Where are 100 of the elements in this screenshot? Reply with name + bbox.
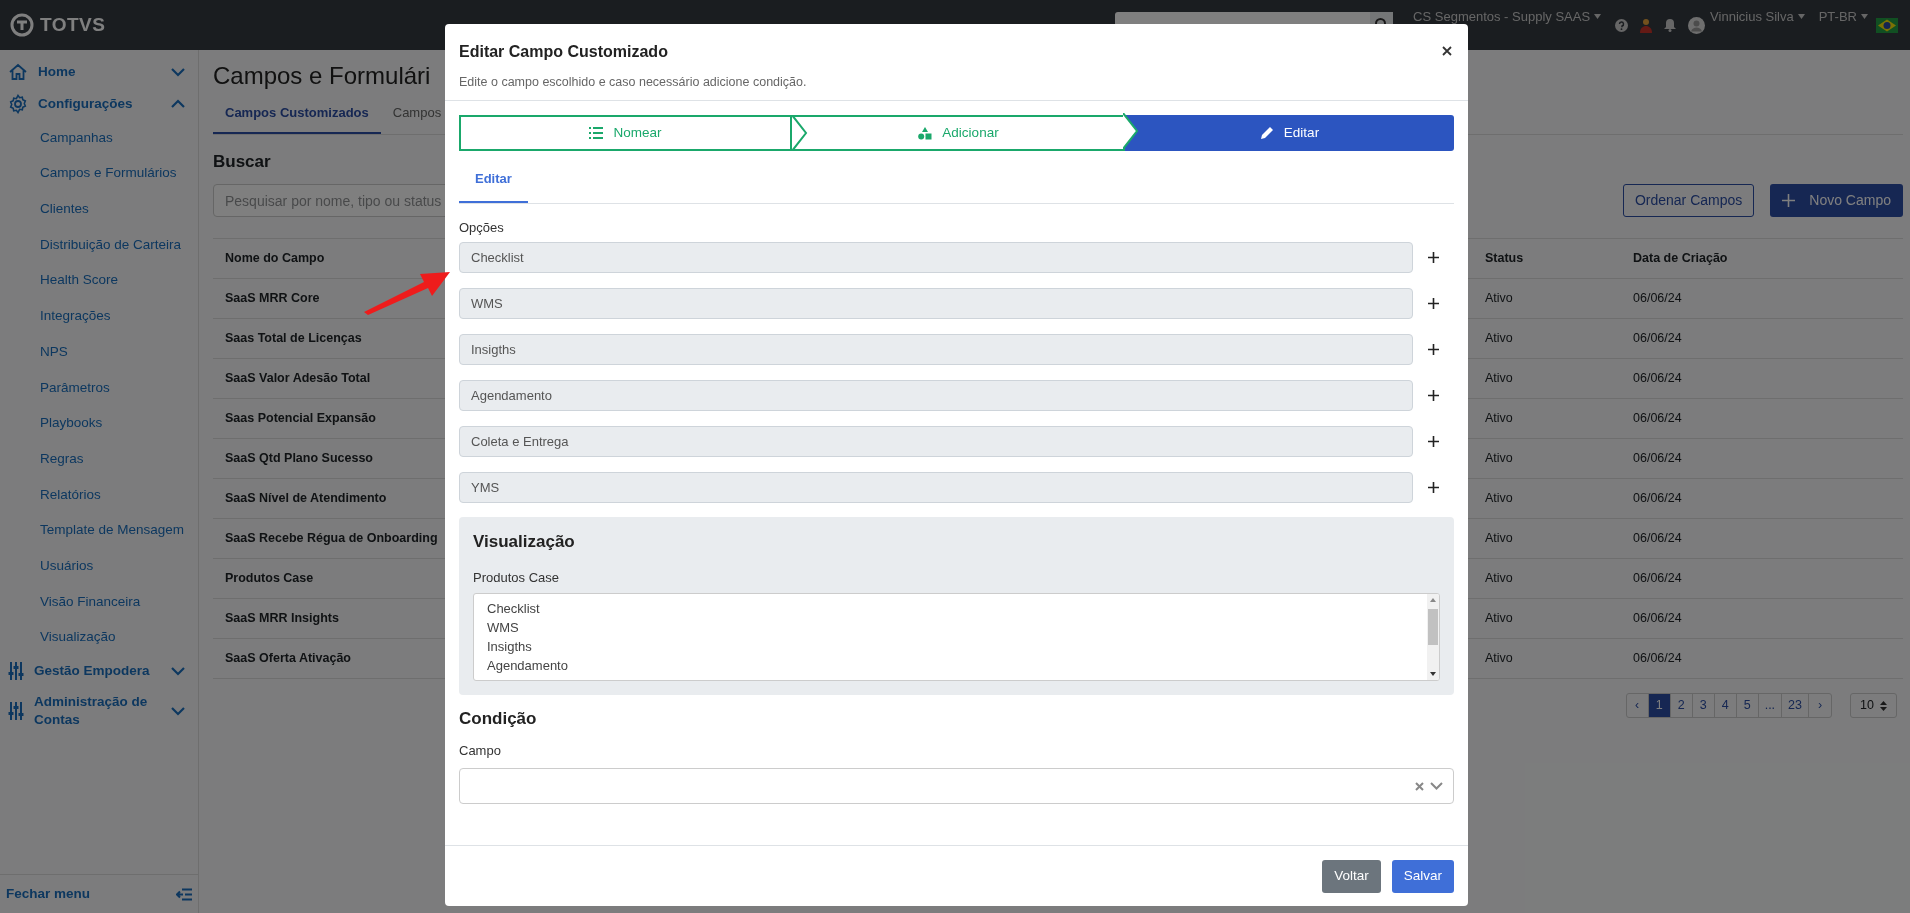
wizard-step[interactable]: Editar xyxy=(1125,115,1454,151)
table-cell-text: Ativo xyxy=(1485,450,1513,468)
nav-subitem[interactable]: Visualização xyxy=(0,619,198,656)
plus-icon[interactable] xyxy=(1428,344,1439,355)
flag-icon[interactable] xyxy=(1876,17,1898,33)
option-field[interactable]: Insigths xyxy=(459,334,1413,365)
help-icon[interactable] xyxy=(1615,18,1629,32)
nav-item[interactable]: Administração de Contas xyxy=(0,687,198,736)
nav-subitem[interactable]: Campanhas xyxy=(0,120,198,156)
nav-subitem[interactable]: NPS xyxy=(0,334,198,370)
wizard-step[interactable]: Nomear xyxy=(459,115,792,151)
table-cell-text: Saas Total de Licenças xyxy=(225,330,362,348)
settings-icon xyxy=(8,94,28,114)
page-button[interactable]: 5 xyxy=(1736,694,1759,717)
table-cell-text: Ativo xyxy=(1485,370,1513,388)
option-field[interactable]: Coleta e Entrega xyxy=(459,426,1413,457)
table-cell-text: Ativo xyxy=(1485,650,1513,668)
nav-subitem[interactable]: Template de Mensagem xyxy=(0,512,198,549)
table-cell-text: 06/06/24 xyxy=(1633,410,1682,428)
nav-subitem[interactable]: Playbooks xyxy=(0,405,198,442)
page-size-select[interactable]: 10 xyxy=(1850,693,1897,718)
plus-icon[interactable] xyxy=(1428,390,1439,401)
plus-icon[interactable] xyxy=(1428,252,1439,263)
table-cell-text: SaaS Nível de Atendimento xyxy=(225,490,387,508)
condition-title: Condição xyxy=(459,708,538,730)
step-chevron-icon xyxy=(1123,113,1139,149)
table-cell-text: 06/06/24 xyxy=(1633,370,1682,388)
table-cell-text: 06/06/24 xyxy=(1633,490,1682,508)
save-button[interactable]: Salvar xyxy=(1391,859,1454,893)
table-cell-text: Ativo xyxy=(1485,410,1513,428)
step-chevron-icon xyxy=(792,115,808,151)
collapse-menu-icon[interactable] xyxy=(176,887,192,901)
user-menu[interactable]: Vinnicius Silva xyxy=(1710,7,1805,27)
preview-label: Produtos Case xyxy=(473,568,560,587)
table-cell-text: 06/06/24 xyxy=(1633,330,1682,348)
table-cell-text: 06/06/24 xyxy=(1633,290,1682,308)
table-cell-text: Ativo xyxy=(1485,610,1513,628)
nav-subitem[interactable]: Clientes xyxy=(0,191,198,228)
table-cell-text: Ativo xyxy=(1485,290,1513,308)
nav-subitem[interactable]: Relatórios xyxy=(0,476,198,513)
page-tab[interactable]: Campos Customizados xyxy=(213,101,381,134)
column-header: Status xyxy=(1485,250,1524,268)
table-cell-text: 06/06/24 xyxy=(1633,650,1682,668)
page-button[interactable]: 23 xyxy=(1782,694,1809,717)
close-icon[interactable] xyxy=(1442,46,1452,56)
sort-fields-button[interactable]: Ordenar Campos xyxy=(1622,184,1755,217)
search-label: Buscar xyxy=(213,150,272,173)
person-icon[interactable] xyxy=(1640,17,1653,33)
table-cell-text: 06/06/24 xyxy=(1633,450,1682,468)
plus-icon[interactable] xyxy=(1428,298,1439,309)
option-field[interactable]: Checklist xyxy=(459,242,1413,273)
nav-item[interactable]: Gestão Empodera xyxy=(0,655,198,688)
table-cell-text: SaaS MRR Insights xyxy=(225,610,339,628)
nav-subitem[interactable]: Health Score xyxy=(0,262,198,299)
nav-subitem[interactable]: Parâmetros xyxy=(0,369,198,406)
option-field[interactable]: WMS xyxy=(459,288,1413,319)
table-cell-text: 06/06/24 xyxy=(1633,530,1682,548)
logo-text: TOTVS xyxy=(40,12,106,37)
modal-tab[interactable]: Editar xyxy=(459,165,528,203)
field-label: Campo xyxy=(459,741,502,760)
page-button[interactable]: ‹ xyxy=(1626,694,1649,717)
page-title: Campos e Formulári xyxy=(213,61,431,91)
nav-subitem[interactable]: Campos e Formulários xyxy=(0,155,198,192)
page-button[interactable]: ... xyxy=(1758,694,1783,717)
avatar-icon[interactable] xyxy=(1688,16,1706,34)
preview-title: Visualização xyxy=(473,531,576,553)
nav-item[interactable]: Home xyxy=(0,56,198,88)
table-cell-text: 06/06/24 xyxy=(1633,570,1682,588)
back-button[interactable]: Voltar xyxy=(1322,859,1381,893)
nav-subitem[interactable]: Usuários xyxy=(0,548,198,584)
table-cell-text: Ativo xyxy=(1485,490,1513,508)
nav-subitem[interactable]: Distribuição de Carteira xyxy=(0,227,198,263)
chevron-down-icon[interactable] xyxy=(1430,782,1443,790)
close-menu-link[interactable]: Fechar menu xyxy=(6,883,91,905)
bell-icon[interactable] xyxy=(1664,18,1677,32)
clear-icon[interactable] xyxy=(1415,781,1424,791)
table-cell-text: Saas Potencial Expansão xyxy=(225,410,376,428)
nav-subitem[interactable]: Integrações xyxy=(0,298,198,335)
table-cell-text: SaaS MRR Core xyxy=(225,290,320,308)
workspace-dropdown[interactable]: CS Segmentos - Supply SAAS xyxy=(1413,7,1602,27)
table-cell-text: SaaS Valor Adesão Total xyxy=(225,370,371,388)
page-button[interactable]: 4 xyxy=(1714,694,1737,717)
page-button[interactable]: 1 xyxy=(1648,694,1671,717)
column-header: Nome do Campo xyxy=(225,250,325,268)
option-field[interactable]: YMS xyxy=(459,472,1413,503)
list-box[interactable]: Checklist WMS Insigths Agendamento xyxy=(473,593,1440,681)
nav-subitem[interactable]: Regras xyxy=(0,441,198,477)
page-button[interactable]: 2 xyxy=(1670,694,1693,717)
plus-icon[interactable] xyxy=(1428,436,1439,447)
page-button[interactable]: › xyxy=(1809,694,1831,717)
field-select[interactable] xyxy=(459,768,1454,804)
new-field-button[interactable]: Novo Campo xyxy=(1770,184,1903,217)
nav-item[interactable]: Configurações xyxy=(0,88,198,120)
column-header: Data de Criação xyxy=(1633,250,1728,268)
nav-subitem[interactable]: Visão Financeira xyxy=(0,583,198,620)
plus-icon[interactable] xyxy=(1428,482,1439,493)
wizard-step[interactable]: Adicionar xyxy=(792,115,1125,151)
language-dropdown[interactable]: PT-BR xyxy=(1818,7,1868,27)
page-button[interactable]: 3 xyxy=(1692,694,1715,717)
option-field[interactable]: Agendamento xyxy=(459,380,1413,411)
